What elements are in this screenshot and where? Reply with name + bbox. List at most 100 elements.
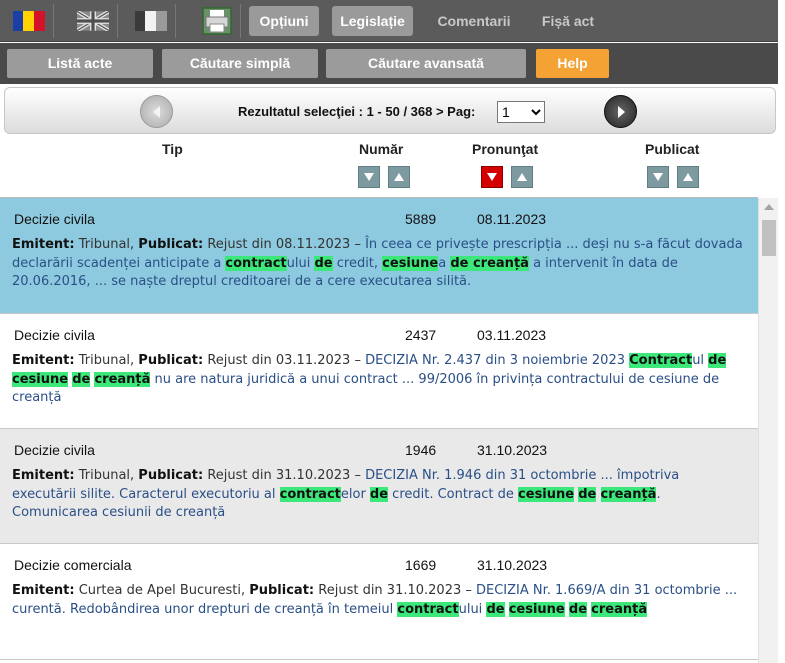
- result-type: Decizie comerciala: [14, 557, 132, 573]
- sort-down-icon: [487, 173, 497, 181]
- sort-publicat-desc-button[interactable]: [647, 166, 669, 188]
- result-summary: Emitent: Curtea de Apel Bucuresti, Publi…: [12, 583, 738, 617]
- next-page-button[interactable]: [604, 95, 637, 128]
- result-item[interactable]: Decizie civila 2437 03.11.2023 Emitent: …: [0, 314, 758, 429]
- search-term-highlight: creanță: [591, 601, 648, 617]
- help-button[interactable]: Help: [536, 49, 609, 78]
- search-term-highlight: Contract: [629, 353, 693, 368]
- result-item[interactable]: Decizie civila 1946 31.10.2023 Emitent: …: [0, 429, 758, 544]
- result-number: 5889: [405, 211, 437, 227]
- sort-numar-desc-button[interactable]: [358, 166, 380, 188]
- search-term-highlight: contract: [397, 601, 459, 617]
- result-emitent: Tribunal: [78, 468, 131, 483]
- snippet-text: ul: [692, 353, 709, 368]
- search-term-highlight: cesiune: [518, 486, 575, 502]
- search-term-highlight: contract: [225, 255, 287, 271]
- uk-flag-icon: [76, 11, 109, 31]
- result-publicat: Rejust din 03.11.2023: [207, 353, 351, 368]
- result-publicat: Rejust din 31.10.2023: [318, 583, 462, 598]
- snippet-text: ului: [286, 255, 315, 271]
- sort-publicat-asc-button[interactable]: [677, 166, 699, 188]
- lista-acte-button[interactable]: Listă acte: [7, 49, 153, 78]
- result-type: Decizie civila: [14, 211, 95, 227]
- sort-up-icon: [683, 173, 693, 181]
- results-list: Decizie civila 5889 08.11.2023 Emitent: …: [0, 198, 758, 663]
- search-term-highlight: de: [314, 255, 333, 271]
- france-flag-icon: [134, 11, 167, 31]
- previous-page-button[interactable]: [140, 95, 173, 128]
- result-publicat: Rejust din 08.11.2023: [207, 237, 351, 252]
- snippet-text: a: [438, 255, 451, 271]
- result-summary: Emitent: Tribunal, Publicat: Rejust din …: [12, 468, 680, 520]
- result-item[interactable]: Decizie civila 5889 08.11.2023 Emitent: …: [0, 198, 758, 314]
- search-term-highlight: cesiune: [12, 371, 69, 387]
- result-publicat: Rejust din 31.10.2023: [207, 468, 351, 483]
- result-date: 08.11.2023: [477, 211, 547, 227]
- sort-pronuntat-desc-button[interactable]: [481, 166, 503, 188]
- result-summary: Emitent: Tribunal, Publicat: Rejust din …: [12, 353, 727, 405]
- result-date: 31.10.2023: [477, 442, 548, 458]
- language-en-button[interactable]: [68, 4, 118, 38]
- result-item[interactable]: Decizie comerciala 1669 31.10.2023 Emite…: [0, 544, 758, 660]
- search-term-highlight: de: [486, 601, 505, 617]
- sort-up-icon: [394, 173, 404, 181]
- result-number: 2437: [405, 327, 437, 343]
- snippet-text: elor: [340, 486, 370, 502]
- search-term-highlight: de: [578, 486, 597, 502]
- result-number: 1669: [405, 557, 437, 573]
- pagination-bar: Rezultatul selecţiei : 1 - 50 / 368 > Pa…: [4, 87, 776, 134]
- search-term-highlight: creanță: [94, 371, 151, 387]
- arrow-right-icon: [617, 105, 625, 118]
- snippet-text: [596, 487, 600, 502]
- arrow-left-icon: [152, 105, 160, 118]
- sort-pronuntat-asc-button[interactable]: [511, 166, 533, 188]
- language-fr-button[interactable]: [126, 4, 176, 38]
- snippet-text: ului: [458, 601, 487, 617]
- column-header-publicat: Publicat: [645, 141, 700, 157]
- search-term-highlight: creanță: [600, 486, 657, 502]
- result-emitent: Curtea de Apel Bucuresti: [78, 583, 241, 598]
- tab-fisa-act[interactable]: Fișă act: [532, 6, 604, 36]
- result-range-label: Rezultatul selecţiei : 1 - 50 / 368 > Pa…: [238, 104, 476, 119]
- search-term-highlight: contract: [279, 486, 341, 502]
- result-date: 03.11.2023: [477, 327, 547, 343]
- tab-legislatie[interactable]: Legislație: [332, 6, 413, 36]
- snippet-text: credit,: [332, 255, 383, 271]
- column-header-pronuntat: Pronunţat: [472, 141, 539, 157]
- sort-numar-asc-button[interactable]: [388, 166, 410, 188]
- scroll-thumb[interactable]: [762, 220, 776, 256]
- tab-comentarii[interactable]: Comentarii: [425, 6, 523, 36]
- snippet-text: credit. Contract de: [388, 486, 519, 502]
- language-ro-button[interactable]: [4, 4, 54, 38]
- result-type: Decizie civila: [14, 327, 95, 343]
- top-toolbar: Opțiuni Legislație Comentarii Fișă act: [0, 0, 778, 42]
- snippet-text: DECIZIA Nr. 2.437 din 3 noiembrie 2023: [365, 353, 630, 368]
- result-type: Decizie civila: [14, 442, 95, 458]
- result-emitent: Tribunal: [78, 237, 131, 252]
- page-select[interactable]: 1: [497, 101, 545, 123]
- result-number: 1946: [405, 442, 437, 458]
- sort-up-icon: [517, 173, 527, 181]
- result-emitent: Tribunal: [78, 353, 131, 368]
- column-header-tip: Tip: [162, 141, 183, 157]
- result-date: 31.10.2023: [477, 557, 548, 573]
- search-term-highlight: de: [72, 371, 91, 387]
- results-scrollbar[interactable]: [758, 198, 778, 663]
- search-term-highlight: de creanță: [450, 255, 529, 271]
- search-term-highlight: de: [568, 601, 588, 617]
- cautare-simpla-button[interactable]: Căutare simplă: [162, 49, 318, 78]
- search-term-highlight: cesiune: [508, 601, 565, 617]
- tab-optiuni[interactable]: Opțiuni: [249, 6, 319, 36]
- cautare-avansata-button[interactable]: Căutare avansată: [326, 49, 526, 78]
- result-summary: Emitent: Tribunal, Publicat: Rejust din …: [12, 237, 743, 289]
- scroll-up-arrow-icon[interactable]: [764, 204, 774, 210]
- column-header-numar: Număr: [359, 141, 404, 157]
- sort-down-icon: [653, 173, 663, 181]
- search-term-highlight: de: [369, 486, 389, 502]
- printer-icon: [201, 7, 232, 35]
- print-button[interactable]: [193, 4, 241, 38]
- romania-flag-icon: [12, 11, 45, 31]
- sort-down-icon: [364, 173, 374, 181]
- search-term-highlight: cesiune: [382, 255, 439, 271]
- search-term-highlight: de: [708, 353, 727, 368]
